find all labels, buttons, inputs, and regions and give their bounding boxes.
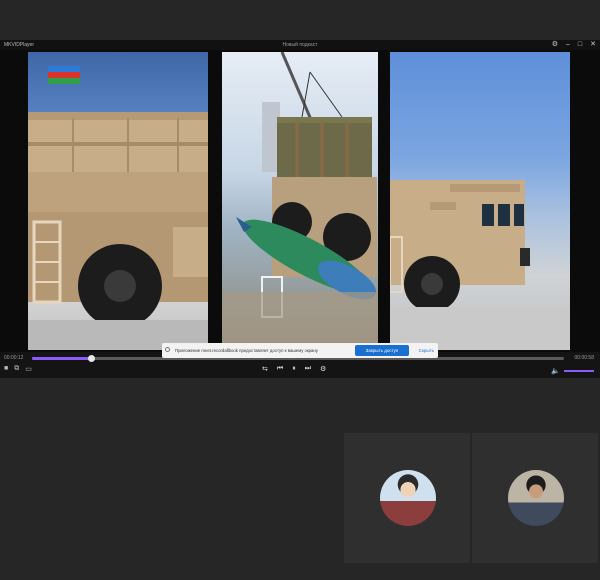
equalizer-icon[interactable]: ⚙	[320, 365, 326, 373]
media-player-window: MKVIDPlayer Новый подкаст ⚙ – □ ✕ 00:00:…	[0, 40, 600, 378]
stop-icon[interactable]: ■	[4, 365, 8, 373]
shuffle-icon[interactable]: ⇆	[262, 365, 268, 373]
window-buttons: ⚙ – □ ✕	[552, 40, 596, 50]
info-icon	[165, 347, 170, 352]
previous-icon[interactable]: ⏮	[277, 365, 283, 373]
video-panel-center	[222, 52, 378, 350]
control-row: ■ ⧉ ▭ ⇆ ⏮ ⏸ ⏭ ⚙ 🔈	[0, 364, 600, 376]
video-panel-left	[28, 52, 208, 350]
screen-share-notice: Приложение meet.recordallbook предоставл…	[162, 343, 438, 358]
hide-notice-button[interactable]: Скрыть	[419, 345, 434, 356]
crane-missile-image	[222, 52, 378, 350]
fullscreen-icon[interactable]: ▭	[25, 365, 32, 373]
avatar	[380, 470, 436, 526]
next-icon[interactable]: ⏭	[305, 365, 311, 373]
playlist-icon[interactable]: ⧉	[14, 365, 19, 373]
seek-handle[interactable]	[87, 355, 95, 362]
avatar	[508, 470, 564, 526]
center-controls: ⇆ ⏮ ⏸ ⏭ ⚙	[262, 365, 326, 373]
video-area[interactable]	[0, 50, 600, 352]
launcher-truck-side-image	[28, 112, 208, 350]
settings-icon[interactable]: ⚙	[552, 40, 558, 50]
left-controls: ■ ⧉ ▭	[4, 365, 32, 373]
participant-tile[interactable]	[472, 433, 598, 563]
launcher-truck-front-image	[390, 180, 570, 350]
elapsed-time: 00:00:12	[4, 355, 24, 361]
volume-slider[interactable]	[564, 370, 594, 372]
pause-icon[interactable]: ⏸	[292, 365, 296, 373]
close-button[interactable]: ✕	[590, 40, 596, 50]
maximize-button[interactable]: □	[578, 40, 582, 50]
volume-control[interactable]: 🔈	[551, 367, 594, 375]
stop-sharing-button[interactable]: Закрыть доступ	[355, 345, 409, 356]
video-panel-right	[390, 52, 570, 350]
total-time: 00:00:58	[574, 355, 594, 361]
screen-share-text: Приложение meet.recordallbook предоставл…	[175, 348, 318, 353]
window-title: Новый подкаст	[282, 42, 318, 48]
participant-tile[interactable]	[344, 433, 470, 563]
volume-level	[564, 370, 594, 372]
seek-progress	[32, 357, 91, 360]
player-titlebar: MKVIDPlayer Новый подкаст ⚙ – □ ✕	[0, 40, 600, 50]
azerbaijan-flag	[48, 66, 80, 84]
minimize-button[interactable]: –	[566, 40, 570, 50]
volume-icon[interactable]: 🔈	[551, 367, 560, 375]
